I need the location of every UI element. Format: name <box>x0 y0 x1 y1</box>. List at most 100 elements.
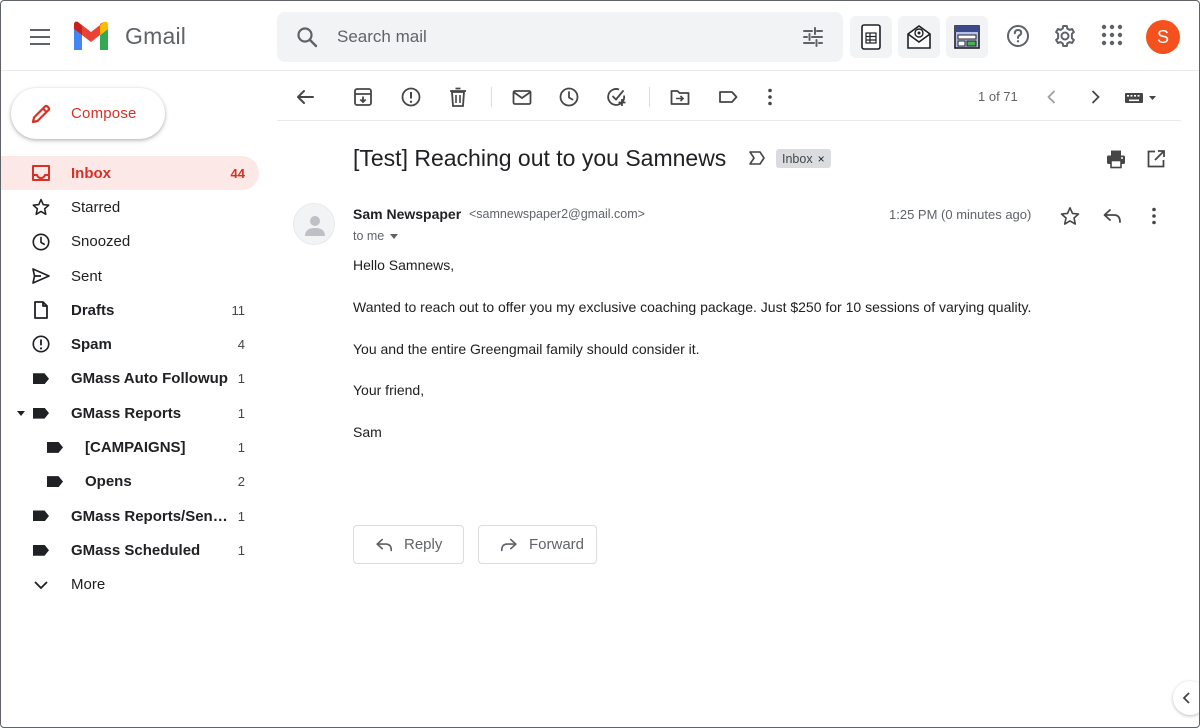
inbox-icon <box>31 163 51 183</box>
sidebar-item-count: 44 <box>230 165 245 181</box>
inbox-label-chip: Inbox × <box>776 149 831 168</box>
forward-label: Forward <box>529 536 585 553</box>
gmail-logo[interactable]: Gmail <box>71 21 186 51</box>
compose-label: Compose <box>71 105 137 122</box>
sidebar-item-inbox[interactable]: Inbox 44 <box>1 156 259 191</box>
archive-icon[interactable] <box>351 85 375 109</box>
delete-icon[interactable] <box>446 85 470 109</box>
open-new-window-icon[interactable] <box>1145 148 1167 170</box>
label-icon <box>45 437 65 457</box>
expand-caret-icon[interactable] <box>17 411 25 417</box>
search-bar[interactable] <box>277 12 843 62</box>
sidebar-item-gmass-reports[interactable]: GMass Reports 1 <box>1 396 259 430</box>
snooze-icon[interactable] <box>557 85 581 109</box>
reply-arrow-icon <box>376 538 393 551</box>
sidebar-item-drafts[interactable]: Drafts 11 <box>1 293 259 327</box>
move-to-icon[interactable] <box>668 85 692 109</box>
label-icon <box>31 506 51 526</box>
back-arrow-icon[interactable] <box>293 85 317 109</box>
sidebar-item-spam[interactable]: Spam 4 <box>1 327 259 361</box>
side-panel-toggle-icon[interactable] <box>1173 681 1199 715</box>
draft-icon <box>31 300 51 320</box>
reply-label: Reply <box>404 536 443 553</box>
star-icon[interactable] <box>1058 204 1082 228</box>
forward-arrow-icon <box>500 538 517 551</box>
toolbar-divider <box>491 87 492 107</box>
label-icon <box>45 472 65 492</box>
pagination-text: 1 of 71 <box>978 89 1018 104</box>
sidebar-item-label: Drafts <box>71 301 115 319</box>
sidebar-item-gmass-reports-sen[interactable]: GMass Reports/Sen… 1 <box>1 499 259 533</box>
sidebar-item-label: GMass Auto Followup <box>71 370 228 388</box>
pencil-icon <box>31 104 51 123</box>
recipient-line: to me <box>353 229 399 243</box>
recipient-text: to me <box>353 229 385 243</box>
gmail-m-icon <box>74 21 108 50</box>
search-input[interactable] <box>337 12 777 62</box>
message-toolbar: 1 of 71 <box>277 73 1181 121</box>
apps-grid-icon[interactable] <box>1100 23 1124 47</box>
sidebar-item-campaigns[interactable]: [CAMPAIGNS] 1 <box>1 430 259 464</box>
sidebar-item-count: 1 <box>237 508 245 524</box>
send-icon <box>31 266 51 286</box>
remove-label-icon[interactable]: × <box>818 152 825 166</box>
main-menu-icon[interactable] <box>23 21 59 53</box>
sidebar-item-label: Opens <box>85 473 132 491</box>
body-paragraph: You and the entire Greengmail family sho… <box>353 341 700 357</box>
body-paragraph: Hello Samnews, <box>353 257 455 273</box>
sidebar-item-label: Sent <box>71 267 102 285</box>
mail-tracking-icon[interactable] <box>898 16 940 58</box>
clock-icon <box>31 232 51 252</box>
body-paragraph: Sam <box>353 424 382 440</box>
sidebar-item-sent[interactable]: Sent <box>1 259 259 293</box>
search-icon[interactable] <box>295 25 319 49</box>
compose-button[interactable]: Compose <box>11 88 165 139</box>
input-tools-icon[interactable] <box>1123 85 1159 109</box>
account-avatar[interactable]: S <box>1146 20 1180 54</box>
sidebar-item-count: 11 <box>231 302 246 318</box>
sidebar-item-more[interactable]: More <box>1 568 259 602</box>
gmail-window: Gmail Search mail S Compose Inbox 44 Sta… <box>0 0 1200 728</box>
sender-email: <samnewspaper2@gmail.com> <box>469 207 645 221</box>
chevron-down-icon <box>31 575 51 595</box>
sidebar-item-snoozed[interactable]: Snoozed <box>1 225 259 259</box>
sidebar-item-count: 1 <box>237 542 245 558</box>
newer-chevron-icon[interactable] <box>1040 85 1064 109</box>
app-name: Gmail <box>125 22 187 49</box>
settings-icon[interactable] <box>1052 23 1078 49</box>
template-icon[interactable] <box>946 16 988 58</box>
print-icon[interactable] <box>1105 148 1127 170</box>
spam-icon <box>31 334 51 354</box>
reply-button[interactable]: Reply <box>353 525 464 564</box>
sidebar-item-count: 4 <box>237 337 245 353</box>
label-icon <box>31 403 51 423</box>
sidebar-item-label: More <box>71 576 106 594</box>
label-as-icon[interactable] <box>716 85 740 109</box>
sidebar-item-count: 1 <box>237 440 245 456</box>
sidebar-item-starred[interactable]: Starred <box>1 190 259 224</box>
mark-unread-icon[interactable] <box>510 85 534 109</box>
sidebar-item-label: Spam <box>71 336 112 354</box>
sidebar-item-gmass-auto-followup[interactable]: GMass Auto Followup 1 <box>1 362 259 396</box>
label-icon <box>31 369 51 389</box>
reply-icon[interactable] <box>1100 204 1124 228</box>
sender-avatar[interactable] <box>293 203 335 245</box>
sender-name[interactable]: Sam Newspaper <box>353 206 461 222</box>
spreadsheet-icon[interactable] <box>850 16 892 58</box>
add-task-icon[interactable] <box>605 85 629 109</box>
message-more-icon[interactable] <box>1142 204 1166 228</box>
sidebar-item-gmass-scheduled[interactable]: GMass Scheduled 1 <box>1 533 259 567</box>
sidebar-item-label: Inbox <box>71 164 111 182</box>
report-spam-icon[interactable] <box>399 85 423 109</box>
importance-marker-icon[interactable] <box>748 150 766 166</box>
show-details-icon[interactable] <box>390 233 399 239</box>
help-icon[interactable] <box>1005 23 1031 49</box>
sidebar-item-opens[interactable]: Opens 2 <box>1 465 259 499</box>
older-chevron-icon[interactable] <box>1083 85 1107 109</box>
top-header: Gmail Search mail S <box>1 1 1199 71</box>
forward-button[interactable]: Forward <box>478 525 597 564</box>
toolbar-divider <box>649 87 650 107</box>
more-options-icon[interactable] <box>758 85 782 109</box>
search-options-icon[interactable] <box>801 25 825 49</box>
sidebar-item-count: 2 <box>237 474 245 490</box>
